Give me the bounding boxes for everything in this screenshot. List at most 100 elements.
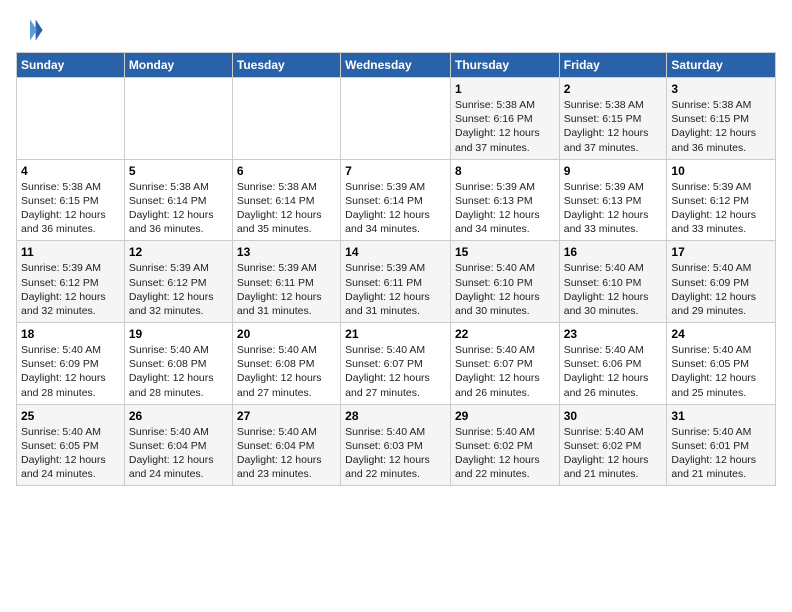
calendar-cell: 15 Sunrise: 5:40 AM Sunset: 6:10 PM Dayli… — [450, 241, 559, 323]
day-number: 18 — [21, 327, 120, 341]
calendar-cell: 10 Sunrise: 5:39 AM Sunset: 6:12 PM Dayli… — [667, 159, 776, 241]
day-info: Sunrise: 5:39 AM Sunset: 6:12 PM Dayligh… — [671, 180, 771, 237]
day-header-wednesday: Wednesday — [341, 53, 451, 78]
day-info: Sunrise: 5:40 AM Sunset: 6:10 PM Dayligh… — [564, 261, 663, 318]
day-header-saturday: Saturday — [667, 53, 776, 78]
day-info: Sunrise: 5:39 AM Sunset: 6:11 PM Dayligh… — [237, 261, 336, 318]
day-number: 21 — [345, 327, 446, 341]
day-number: 7 — [345, 164, 446, 178]
day-header-sunday: Sunday — [17, 53, 125, 78]
calendar-cell: 5 Sunrise: 5:38 AM Sunset: 6:14 PM Daylig… — [124, 159, 232, 241]
day-number: 22 — [455, 327, 555, 341]
calendar-cell — [341, 78, 451, 160]
calendar-cell: 17 Sunrise: 5:40 AM Sunset: 6:09 PM Dayli… — [667, 241, 776, 323]
calendar-cell: 27 Sunrise: 5:40 AM Sunset: 6:04 PM Dayli… — [232, 404, 340, 486]
day-info: Sunrise: 5:39 AM Sunset: 6:13 PM Dayligh… — [564, 180, 663, 237]
day-number: 29 — [455, 409, 555, 423]
calendar-cell: 24 Sunrise: 5:40 AM Sunset: 6:05 PM Dayli… — [667, 323, 776, 405]
calendar-cell: 13 Sunrise: 5:39 AM Sunset: 6:11 PM Dayli… — [232, 241, 340, 323]
day-info: Sunrise: 5:39 AM Sunset: 6:12 PM Dayligh… — [21, 261, 120, 318]
week-row-2: 4 Sunrise: 5:38 AM Sunset: 6:15 PM Daylig… — [17, 159, 776, 241]
day-number: 27 — [237, 409, 336, 423]
day-info: Sunrise: 5:40 AM Sunset: 6:04 PM Dayligh… — [237, 425, 336, 482]
day-number: 17 — [671, 245, 771, 259]
day-info: Sunrise: 5:39 AM Sunset: 6:13 PM Dayligh… — [455, 180, 555, 237]
day-number: 12 — [129, 245, 228, 259]
logo — [16, 16, 48, 44]
calendar-cell: 19Sunrise: 5:40 AM Sunset: 6:08 PM Dayli… — [124, 323, 232, 405]
day-info: Sunrise: 5:40 AM Sunset: 6:07 PM Dayligh… — [455, 343, 555, 400]
page-header — [16, 16, 776, 44]
calendar-cell: 16Sunrise: 5:40 AM Sunset: 6:10 PM Dayli… — [559, 241, 667, 323]
day-number: 23 — [564, 327, 663, 341]
day-info: Sunrise: 5:39 AM Sunset: 6:12 PM Dayligh… — [129, 261, 228, 318]
day-info: Sunrise: 5:40 AM Sunset: 6:05 PM Dayligh… — [21, 425, 120, 482]
day-info: Sunrise: 5:40 AM Sunset: 6:05 PM Dayligh… — [671, 343, 771, 400]
calendar-cell: 11 Sunrise: 5:39 AM Sunset: 6:12 PM Dayli… — [17, 241, 125, 323]
day-number: 9 — [564, 164, 663, 178]
calendar-cell: 31 Sunrise: 5:40 AM Sunset: 6:01 PM Dayli… — [667, 404, 776, 486]
week-row-3: 11 Sunrise: 5:39 AM Sunset: 6:12 PM Dayli… — [17, 241, 776, 323]
day-info: Sunrise: 5:38 AM Sunset: 6:16 PM Dayligh… — [455, 98, 555, 155]
day-info: Sunrise: 5:40 AM Sunset: 6:04 PM Dayligh… — [129, 425, 228, 482]
day-info: Sunrise: 5:40 AM Sunset: 6:09 PM Dayligh… — [21, 343, 120, 400]
calendar-cell: 29Sunrise: 5:40 AM Sunset: 6:02 PM Dayli… — [450, 404, 559, 486]
day-header-monday: Monday — [124, 53, 232, 78]
day-info: Sunrise: 5:40 AM Sunset: 6:01 PM Dayligh… — [671, 425, 771, 482]
calendar-cell — [124, 78, 232, 160]
day-number: 2 — [564, 82, 663, 96]
day-info: Sunrise: 5:38 AM Sunset: 6:15 PM Dayligh… — [564, 98, 663, 155]
calendar-cell: 14Sunrise: 5:39 AM Sunset: 6:11 PM Dayli… — [341, 241, 451, 323]
calendar-cell: 6Sunrise: 5:38 AM Sunset: 6:14 PM Daylig… — [232, 159, 340, 241]
day-info: Sunrise: 5:38 AM Sunset: 6:14 PM Dayligh… — [129, 180, 228, 237]
day-number: 13 — [237, 245, 336, 259]
calendar-cell — [17, 78, 125, 160]
day-number: 4 — [21, 164, 120, 178]
calendar-cell: 8 Sunrise: 5:39 AM Sunset: 6:13 PM Daylig… — [450, 159, 559, 241]
calendar-cell: 3 Sunrise: 5:38 AM Sunset: 6:15 PM Daylig… — [667, 78, 776, 160]
calendar-cell: 1 Sunrise: 5:38 AM Sunset: 6:16 PM Daylig… — [450, 78, 559, 160]
calendar-table: SundayMondayTuesdayWednesdayThursdayFrid… — [16, 52, 776, 486]
day-info: Sunrise: 5:40 AM Sunset: 6:08 PM Dayligh… — [237, 343, 336, 400]
day-number: 30 — [564, 409, 663, 423]
calendar-cell: 30 Sunrise: 5:40 AM Sunset: 6:02 PM Dayli… — [559, 404, 667, 486]
day-number: 1 — [455, 82, 555, 96]
day-number: 25 — [21, 409, 120, 423]
calendar-cell — [232, 78, 340, 160]
day-number: 31 — [671, 409, 771, 423]
day-info: Sunrise: 5:38 AM Sunset: 6:15 PM Dayligh… — [21, 180, 120, 237]
day-info: Sunrise: 5:38 AM Sunset: 6:14 PM Dayligh… — [237, 180, 336, 237]
day-info: Sunrise: 5:40 AM Sunset: 6:08 PM Dayligh… — [129, 343, 228, 400]
header-row: SundayMondayTuesdayWednesdayThursdayFrid… — [17, 53, 776, 78]
day-number: 5 — [129, 164, 228, 178]
day-number: 20 — [237, 327, 336, 341]
day-info: Sunrise: 5:40 AM Sunset: 6:02 PM Dayligh… — [564, 425, 663, 482]
calendar-cell: 23Sunrise: 5:40 AM Sunset: 6:06 PM Dayli… — [559, 323, 667, 405]
calendar-cell: 28 Sunrise: 5:40 AM Sunset: 6:03 PM Dayli… — [341, 404, 451, 486]
logo-icon — [16, 16, 44, 44]
day-number: 8 — [455, 164, 555, 178]
day-info: Sunrise: 5:38 AM Sunset: 6:15 PM Dayligh… — [671, 98, 771, 155]
calendar-cell: 2 Sunrise: 5:38 AM Sunset: 6:15 PM Daylig… — [559, 78, 667, 160]
day-header-thursday: Thursday — [450, 53, 559, 78]
day-info: Sunrise: 5:40 AM Sunset: 6:03 PM Dayligh… — [345, 425, 446, 482]
day-number: 26 — [129, 409, 228, 423]
calendar-cell: 18 Sunrise: 5:40 AM Sunset: 6:09 PM Dayli… — [17, 323, 125, 405]
day-number: 15 — [455, 245, 555, 259]
day-info: Sunrise: 5:39 AM Sunset: 6:14 PM Dayligh… — [345, 180, 446, 237]
day-number: 11 — [21, 245, 120, 259]
day-number: 3 — [671, 82, 771, 96]
day-number: 10 — [671, 164, 771, 178]
calendar-cell: 26 Sunrise: 5:40 AM Sunset: 6:04 PM Dayli… — [124, 404, 232, 486]
day-info: Sunrise: 5:40 AM Sunset: 6:07 PM Dayligh… — [345, 343, 446, 400]
day-number: 28 — [345, 409, 446, 423]
calendar-cell: 9 Sunrise: 5:39 AM Sunset: 6:13 PM Daylig… — [559, 159, 667, 241]
day-header-tuesday: Tuesday — [232, 53, 340, 78]
day-info: Sunrise: 5:40 AM Sunset: 6:09 PM Dayligh… — [671, 261, 771, 318]
calendar-cell: 20 Sunrise: 5:40 AM Sunset: 6:08 PM Dayli… — [232, 323, 340, 405]
day-number: 24 — [671, 327, 771, 341]
day-info: Sunrise: 5:40 AM Sunset: 6:10 PM Dayligh… — [455, 261, 555, 318]
calendar-cell: 21 Sunrise: 5:40 AM Sunset: 6:07 PM Dayli… — [341, 323, 451, 405]
week-row-5: 25 Sunrise: 5:40 AM Sunset: 6:05 PM Dayli… — [17, 404, 776, 486]
day-number: 14 — [345, 245, 446, 259]
